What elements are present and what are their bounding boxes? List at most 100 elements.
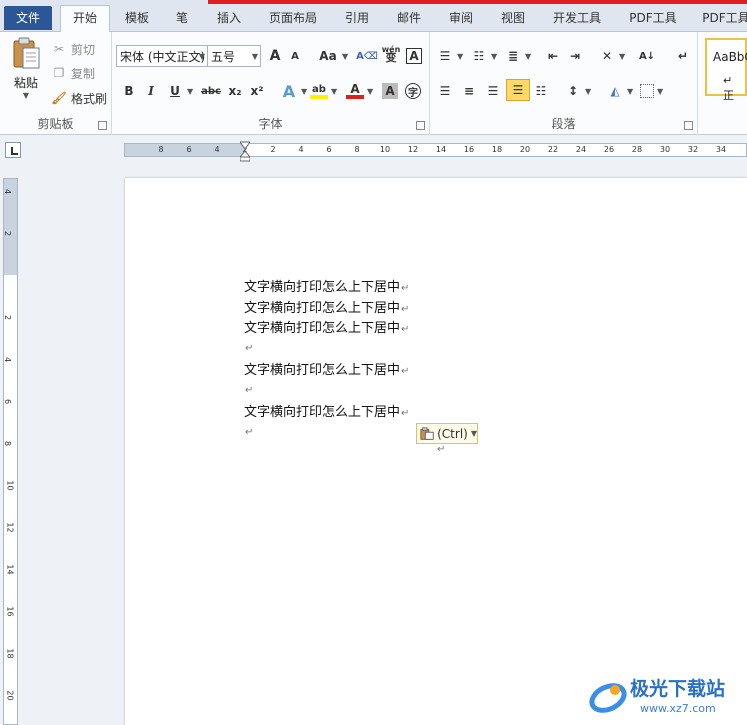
cut-button[interactable]: ✂ 剪切: [50, 38, 95, 60]
multilevel-list-button[interactable]: ≣ ▼: [504, 45, 531, 67]
decrease-indent-button[interactable]: ⇤: [544, 45, 562, 67]
font-name-value: 宋体 (中文正文): [120, 49, 206, 64]
font-size-select[interactable]: 五号 ▼: [207, 45, 261, 67]
paste-button[interactable]: 粘贴 ▼: [6, 36, 46, 106]
change-case-button[interactable]: Aa ▼: [317, 45, 348, 67]
align-right-button[interactable]: ☰: [484, 80, 502, 102]
document-paragraph[interactable]: 文字横向打印怎么上下居中↵: [244, 359, 409, 378]
highlight-button[interactable]: ab ▼: [310, 80, 337, 102]
paste-dropdown-icon[interactable]: ▼: [6, 91, 46, 100]
tab-page-layout[interactable]: 页面布局: [262, 7, 324, 32]
align-center-button[interactable]: ≡: [460, 80, 478, 102]
document-paragraph[interactable]: ↵: [244, 340, 253, 355]
paste-label: 粘贴: [13, 76, 38, 90]
tab-developer[interactable]: 开发工具: [544, 7, 610, 32]
clear-format-button[interactable]: A⌫: [356, 45, 378, 67]
bullets-button[interactable]: ☰ ▼: [436, 45, 464, 67]
paragraph-text: 文字横向打印怎么上下居中: [244, 321, 401, 336]
paragraph-mark: ↵: [437, 444, 446, 455]
document-paragraph[interactable]: ↵: [244, 382, 253, 397]
format-painter-button[interactable]: 🖌 格式刷: [50, 87, 107, 109]
phonetic-guide-button[interactable]: wén 变: [382, 43, 401, 65]
chinese-layout-button[interactable]: ✕ ▼: [598, 45, 625, 67]
tab-pen[interactable]: 笔: [168, 7, 196, 32]
tab-references[interactable]: 引用: [336, 7, 378, 32]
italic-button[interactable]: I: [142, 80, 160, 102]
ruler-tick-label: 28: [631, 145, 643, 154]
tab-mailings[interactable]: 邮件: [388, 7, 430, 32]
subscript-button[interactable]: x₂: [226, 80, 244, 102]
ruler-tick-label: 10: [5, 480, 15, 491]
paragraph-launcher-icon[interactable]: [684, 121, 693, 130]
align-left-icon: ☰: [439, 84, 451, 98]
char-border-button[interactable]: A: [406, 45, 422, 67]
chevron-down-icon: ▼: [457, 51, 464, 61]
char-shading-button[interactable]: A: [382, 80, 398, 102]
tab-pdf-tools-2[interactable]: PDF工具: [696, 7, 747, 32]
paragraph-mark-icon: ↵: [677, 49, 689, 63]
document-page[interactable]: [125, 178, 747, 725]
copy-label: 复制: [71, 66, 96, 81]
chevron-down-icon: ▼: [525, 51, 532, 61]
show-marks-button[interactable]: ↵: [674, 45, 692, 67]
highlighter-icon: ab: [310, 83, 328, 99]
text-effects-icon: A: [282, 81, 296, 101]
borders-button[interactable]: ▼: [640, 80, 663, 102]
horizontal-ruler[interactable]: 8642246810121416182022242628303234: [124, 143, 747, 157]
tab-template[interactable]: 模板: [116, 7, 158, 32]
strikethrough-button[interactable]: abc: [200, 80, 222, 102]
document-paragraph[interactable]: 文字横向打印怎么上下居中↵: [244, 276, 409, 295]
document-paragraph[interactable]: 文字横向打印怎么上下居中↵: [244, 401, 409, 420]
tab-home[interactable]: 开始: [60, 5, 110, 33]
ruler-tick-label: 10: [379, 145, 391, 154]
numbering-button[interactable]: ☷ ▼: [470, 45, 498, 67]
shading-button[interactable]: ◭ ▼: [606, 80, 633, 102]
ruler-tick-label: 18: [491, 145, 503, 154]
ruler-tick-label: 26: [603, 145, 615, 154]
ruler-tick-label: 4: [3, 188, 13, 195]
paragraph-text: 文字横向打印怎么上下居中: [244, 363, 401, 378]
bold-button[interactable]: B: [120, 80, 138, 102]
text-effects-button[interactable]: A ▼: [280, 80, 307, 102]
multilevel-list-icon: ≣: [507, 49, 519, 63]
bullet-list-icon: ☰: [439, 49, 451, 63]
ruler-tick-label: 6: [326, 145, 332, 154]
sort-button[interactable]: A↓: [638, 45, 656, 67]
sort-icon: A↓: [638, 50, 656, 62]
font-color-button[interactable]: A ▼: [346, 80, 373, 102]
document-paragraph[interactable]: 文字横向打印怎么上下居中↵: [244, 317, 409, 336]
chinese-layout-icon: ✕: [601, 49, 613, 63]
font-launcher-icon[interactable]: [416, 121, 425, 130]
underline-button[interactable]: U ▼: [166, 80, 193, 102]
document-paragraph[interactable]: ↵: [244, 424, 253, 439]
justify-button[interactable]: ☰: [506, 79, 530, 101]
style-normal[interactable]: AaBbC ↵ 正: [705, 38, 747, 102]
increase-indent-button[interactable]: ⇥: [566, 45, 584, 67]
char-shading-icon: A: [382, 83, 398, 99]
tab-review[interactable]: 审阅: [440, 7, 482, 32]
shrink-font-button[interactable]: A: [286, 45, 304, 67]
superscript-button[interactable]: x²: [248, 80, 266, 102]
document-paragraph[interactable]: 文字横向打印怎么上下居中↵: [244, 297, 409, 316]
tab-pdf-tools[interactable]: PDF工具: [620, 7, 686, 32]
line-spacing-button[interactable]: ↕ ▼: [564, 80, 591, 102]
paste-options-button[interactable]: (Ctrl) ▼: [416, 423, 478, 444]
vertical-ruler[interactable]: 4 2 2 4 6 8 10 12 14 16 18 20: [3, 178, 18, 725]
clipboard-icon: [420, 426, 434, 440]
copy-button[interactable]: ❐ 复制: [50, 62, 95, 84]
tab-view[interactable]: 视图: [492, 7, 534, 32]
indent-marker-icon[interactable]: [240, 140, 250, 162]
ruler-tick-label: 4: [3, 356, 13, 363]
clear-format-icon: A⌫: [356, 50, 378, 62]
distributed-button[interactable]: ☷: [532, 80, 550, 102]
grow-font-button[interactable]: A: [266, 45, 284, 67]
align-left-button[interactable]: ☰: [436, 80, 454, 102]
clipboard-launcher-icon[interactable]: [98, 121, 107, 130]
font-name-select[interactable]: 宋体 (中文正文) ▼: [116, 45, 208, 67]
tab-file[interactable]: 文件: [4, 6, 52, 30]
tab-insert[interactable]: 插入: [208, 7, 250, 32]
chevron-down-icon: ▼: [470, 429, 477, 438]
enclose-char-button[interactable]: 字: [405, 80, 421, 102]
tab-stop-selector[interactable]: [5, 142, 21, 158]
paste-icon: [13, 37, 40, 69]
